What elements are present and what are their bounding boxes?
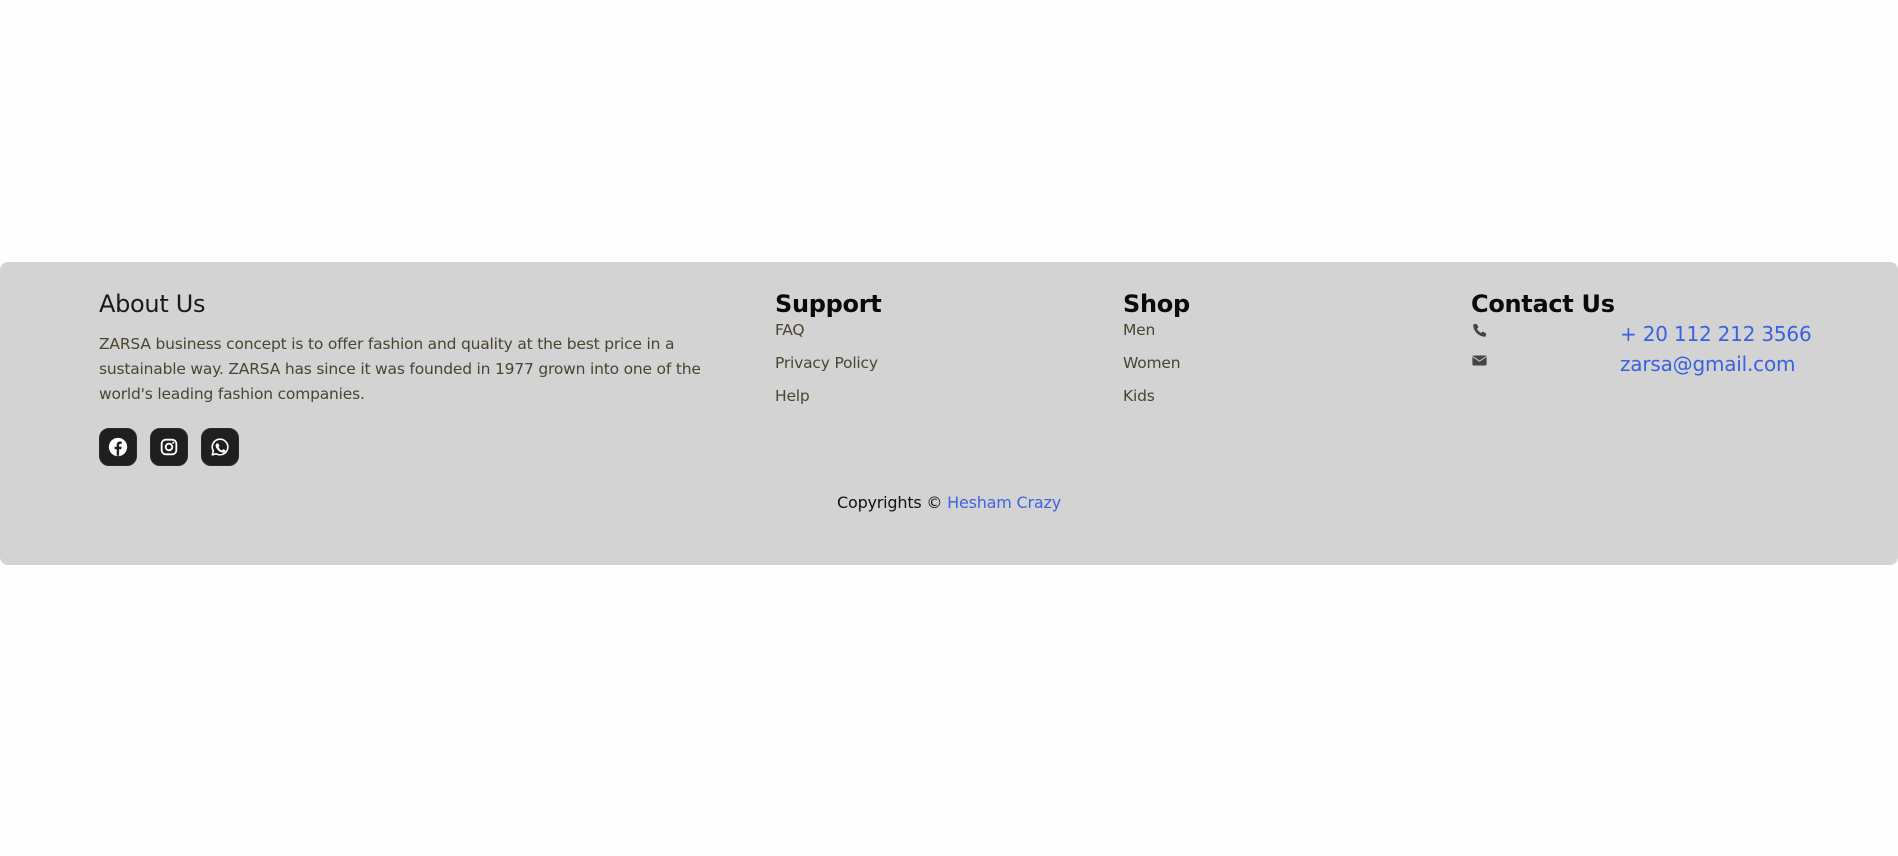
privacy-policy-link[interactable]: Privacy Policy [775, 354, 878, 372]
list-item: Kids [1123, 386, 1443, 419]
phone-link[interactable]: + 20 112 212 3566 [1620, 320, 1812, 348]
kids-link[interactable]: Kids [1123, 387, 1155, 405]
shop-section: Shop Men Women Kids [1123, 288, 1443, 419]
about-heading: About Us [99, 290, 206, 318]
facebook-button[interactable] [99, 428, 137, 466]
facebook-icon [108, 437, 128, 457]
list-item: Women [1123, 353, 1443, 386]
envelope-icon [1472, 355, 1487, 366]
faq-link[interactable]: FAQ [775, 321, 805, 339]
whatsapp-icon [211, 438, 229, 456]
list-item: Privacy Policy [775, 353, 1095, 386]
men-link[interactable]: Men [1123, 321, 1155, 339]
email-link[interactable]: zarsa@gmail.com [1620, 350, 1795, 378]
social-links [99, 428, 729, 466]
instagram-icon [160, 438, 178, 456]
site-footer: About Us ZARSA business concept is to of… [0, 262, 1898, 565]
support-links: FAQ Privacy Policy Help [775, 320, 1095, 419]
shop-heading: Shop [1123, 290, 1190, 318]
list-item: Help [775, 386, 1095, 419]
support-section: Support FAQ Privacy Policy Help [775, 288, 1095, 419]
support-heading: Support [775, 290, 882, 318]
about-text: ZARSA business concept is to offer fashi… [99, 335, 701, 403]
phone-row: + 20 112 212 3566 [1471, 320, 1871, 350]
phone-icon [1473, 323, 1487, 337]
copyright-prefix: Copyrights © [837, 493, 943, 512]
instagram-button[interactable] [150, 428, 188, 466]
whatsapp-button[interactable] [201, 428, 239, 466]
list-item: Men [1123, 320, 1443, 353]
women-link[interactable]: Women [1123, 354, 1181, 372]
contact-section: Contact Us + 20 112 212 3566 zarsa@gmail… [1471, 288, 1871, 380]
help-link[interactable]: Help [775, 387, 810, 405]
contact-heading: Contact Us [1471, 290, 1615, 318]
shop-links: Men Women Kids [1123, 320, 1443, 419]
author-link[interactable]: Hesham Crazy [947, 493, 1061, 512]
list-item: FAQ [775, 320, 1095, 353]
copyright: Copyrights © Hesham Crazy [0, 492, 1898, 514]
email-row: zarsa@gmail.com [1471, 350, 1871, 380]
about-section: About Us ZARSA business concept is to of… [99, 288, 729, 466]
